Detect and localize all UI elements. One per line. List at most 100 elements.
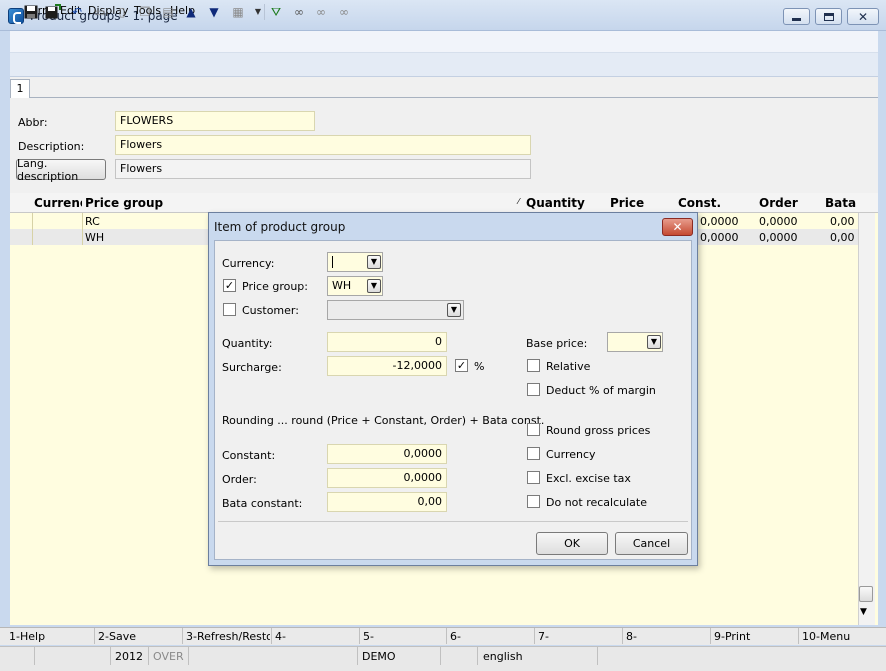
fkey-print[interactable]: 9-Print — [714, 630, 750, 643]
row-bata: 0,00 — [830, 215, 855, 228]
column-order[interactable]: Order — [759, 196, 798, 210]
copy-icon[interactable]: ❐ — [137, 4, 153, 20]
column-price[interactable]: Price — [610, 196, 644, 210]
find-next-icon[interactable]: ∞ — [336, 4, 352, 20]
scrollbar-thumb[interactable] — [859, 586, 873, 602]
rounding-description: Rounding ... round (Price + Constant, Or… — [222, 414, 545, 427]
book-icon[interactable]: ▤ — [160, 4, 176, 20]
minimize-button[interactable] — [783, 8, 810, 25]
ok-button[interactable]: OK — [536, 532, 608, 555]
undo-icon[interactable]: ↶ — [69, 4, 85, 20]
bata-constant-label: Bata constant: — [222, 497, 303, 510]
round-gross-checkbox[interactable] — [527, 423, 540, 436]
fkey-separator — [182, 628, 183, 644]
status-language: english — [483, 650, 523, 663]
column-currency[interactable]: Currency — [34, 196, 82, 210]
status-separator — [110, 647, 111, 665]
customer-checkbox[interactable] — [223, 303, 236, 316]
fkey-save[interactable]: 2-Save — [98, 630, 136, 643]
status-database: DEMO — [362, 650, 396, 663]
column-quantity[interactable]: Quantity — [526, 196, 585, 210]
chevron-down-icon[interactable]: ▼ — [447, 303, 461, 317]
fkey-refresh[interactable]: 3-Refresh/Restor — [186, 630, 270, 643]
row-price-group: WH — [85, 231, 105, 244]
grid-column-line — [32, 213, 33, 245]
price-group-label: Price group: — [242, 280, 308, 293]
fkey-7[interactable]: 7- — [538, 630, 549, 643]
minimize-icon — [792, 18, 801, 21]
do-not-recalculate-label: Do not recalculate — [546, 496, 647, 509]
relative-checkbox[interactable] — [527, 359, 540, 372]
find-previous-icon[interactable]: ∞ — [313, 4, 329, 20]
currency-checkbox-label: Currency — [546, 448, 596, 461]
constant-field[interactable]: 0,0000 — [327, 444, 447, 464]
app-icon — [8, 8, 24, 24]
currency-checkbox[interactable] — [527, 447, 540, 460]
order-field[interactable]: 0,0000 — [327, 468, 447, 488]
column-const[interactable]: Const. — [678, 196, 721, 210]
row-order: 0,0000 — [759, 215, 798, 228]
binoculars-icon[interactable]: ∞ — [291, 4, 307, 20]
close-button[interactable]: ✕ — [847, 8, 879, 25]
close-icon: ✕ — [672, 220, 683, 234]
abbr-field[interactable]: FLOWERS — [115, 111, 315, 131]
status-separator — [597, 647, 598, 665]
fkey-5[interactable]: 5- — [363, 630, 374, 643]
maximize-button[interactable] — [815, 8, 842, 25]
description-label: Description: — [18, 140, 85, 153]
description-field[interactable]: Flowers — [115, 135, 531, 155]
customer-label: Customer: — [242, 304, 299, 317]
vertical-scrollbar[interactable] — [858, 213, 875, 625]
filter-icon[interactable]: ⛛ — [268, 4, 284, 20]
bata-constant-field[interactable]: 0,00 — [327, 492, 447, 512]
arrow-down-icon[interactable]: ▼ — [206, 4, 222, 20]
text-cursor — [332, 256, 333, 268]
save-icon[interactable] — [23, 4, 39, 20]
price-group-checkbox[interactable]: ✓ — [223, 279, 236, 292]
currency-label: Currency: — [222, 257, 275, 270]
column-bata[interactable]: Bata — [825, 196, 856, 210]
dialog-close-button[interactable]: ✕ — [662, 218, 693, 236]
percent-checkbox[interactable]: ✓ — [455, 359, 468, 372]
excl-excise-checkbox[interactable] — [527, 471, 540, 484]
fkey-separator — [798, 628, 799, 644]
scroll-down-icon[interactable]: ▼ — [860, 607, 867, 617]
lang-description-field: Flowers — [115, 159, 531, 179]
relative-label: Relative — [546, 360, 591, 373]
fkey-menu[interactable]: 10-Menu — [802, 630, 850, 643]
customer-select[interactable] — [327, 300, 464, 320]
checkmark-icon: ✓ — [224, 279, 235, 292]
new-icon[interactable]: ▯ — [114, 4, 130, 20]
quantity-field[interactable]: 0 — [327, 332, 447, 352]
save-close-icon[interactable] — [45, 4, 61, 20]
sort-indicator-icon: ⁄ — [518, 197, 520, 206]
column-price-group[interactable]: Price group — [85, 196, 163, 210]
fkey-6[interactable]: 6- — [450, 630, 461, 643]
status-year: 2012 — [115, 650, 143, 663]
constant-label: Constant: — [222, 449, 276, 462]
open-icon[interactable]: ▭ — [92, 4, 108, 20]
status-separator — [188, 647, 189, 665]
status-separator — [357, 647, 358, 665]
fkey-help[interactable]: 1-Help — [9, 630, 45, 643]
tab-1[interactable]: 1 — [10, 79, 30, 98]
fkey-8[interactable]: 8- — [626, 630, 637, 643]
lang-description-button[interactable]: Lang. description — [16, 157, 106, 183]
fkey-4[interactable]: 4- — [275, 630, 286, 643]
cancel-button[interactable]: Cancel — [615, 532, 688, 555]
row-const: 0,0000 — [700, 231, 739, 244]
order-label: Order: — [222, 473, 257, 486]
chevron-down-icon[interactable]: ▼ — [367, 255, 381, 269]
arrow-up-icon[interactable]: ▲ — [183, 4, 199, 20]
status-separator — [477, 647, 478, 665]
menu-bar — [10, 31, 878, 53]
chevron-down-icon[interactable]: ▼ — [647, 335, 661, 349]
excl-excise-label: Excl. excise tax — [546, 472, 631, 485]
dialog-title: Item of product group — [214, 220, 346, 234]
surcharge-field[interactable]: -12,0000 — [327, 356, 447, 376]
status-separator — [148, 647, 149, 665]
print-icon[interactable]: ▦ — [230, 4, 246, 20]
chevron-down-icon[interactable]: ▼ — [367, 279, 381, 293]
deduct-margin-checkbox[interactable] — [527, 383, 540, 396]
do-not-recalculate-checkbox[interactable] — [527, 495, 540, 508]
